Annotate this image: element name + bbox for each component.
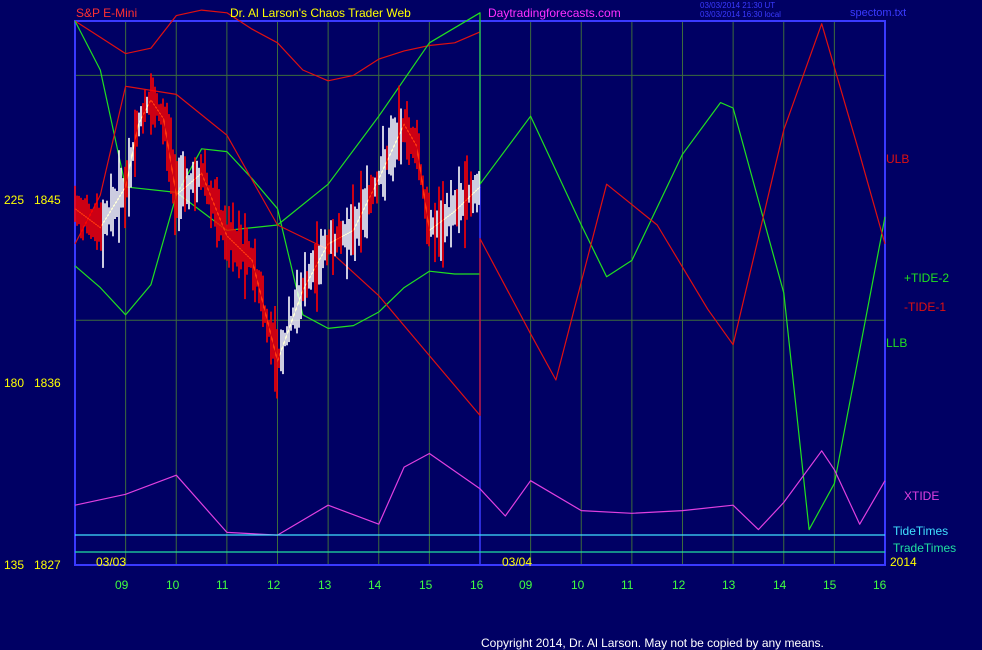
file-name: spectom.txt [850, 7, 907, 19]
page-title: Dr. Al Larson's Chaos Trader Web [230, 6, 411, 20]
legend-ulb: ULB [886, 152, 910, 166]
legend-tide1: -TIDE-1 [904, 300, 946, 314]
x-tick-label: 14 [368, 578, 382, 592]
chart-canvas [74, 9, 886, 566]
timestamp-ut: 03/03/2014 21:30 UT [700, 1, 776, 10]
x-tick-label: 15 [419, 578, 433, 592]
x-tick-label: 11 [621, 578, 634, 592]
legend-xtide: XTIDE [904, 489, 940, 503]
x-tick-label: 16 [470, 578, 484, 592]
x-tick-label: 16 [873, 578, 887, 592]
y-tick-label: 1845 [34, 193, 61, 207]
y-tick-label: 180 [4, 376, 25, 390]
y-tick-label: 1827 [34, 558, 61, 572]
date-label-day1: 03/03 [96, 555, 127, 569]
copyright: Copyright 2014, Dr. Al Larson. May not b… [481, 636, 824, 650]
legend-tide2: +TIDE-2 [904, 271, 950, 285]
y-tick-label: 1836 [34, 376, 61, 390]
instrument-label: S&P E-Mini [76, 6, 138, 20]
x-tick-label: 13 [722, 578, 736, 592]
y-tick-label: 225 [4, 193, 25, 207]
x-tick-label: 12 [267, 578, 281, 592]
x-tick-label: 10 [571, 578, 585, 592]
x-tick-label: 10 [166, 578, 180, 592]
site-link[interactable]: Daytradingforecasts.com [488, 6, 621, 20]
date-label-day2: 03/04 [502, 555, 533, 569]
x-tick-label: 12 [672, 578, 686, 592]
x-tick-label: 09 [519, 578, 533, 592]
timestamp-local: 03/03/2014 16:30 local [700, 10, 781, 19]
x-tick-label: 09 [115, 578, 129, 592]
x-tick-label: 13 [318, 578, 332, 592]
legend-tradetimes: TradeTimes [893, 541, 957, 555]
legend-llb: LLB [886, 336, 908, 350]
year-label: 2014 [890, 555, 917, 569]
legend-tidetimes: TideTimes [893, 524, 949, 538]
x-tick-label: 11 [216, 578, 229, 592]
x-tick-label: 14 [773, 578, 787, 592]
x-tick-label: 15 [823, 578, 837, 592]
y-tick-label: 135 [4, 558, 25, 572]
